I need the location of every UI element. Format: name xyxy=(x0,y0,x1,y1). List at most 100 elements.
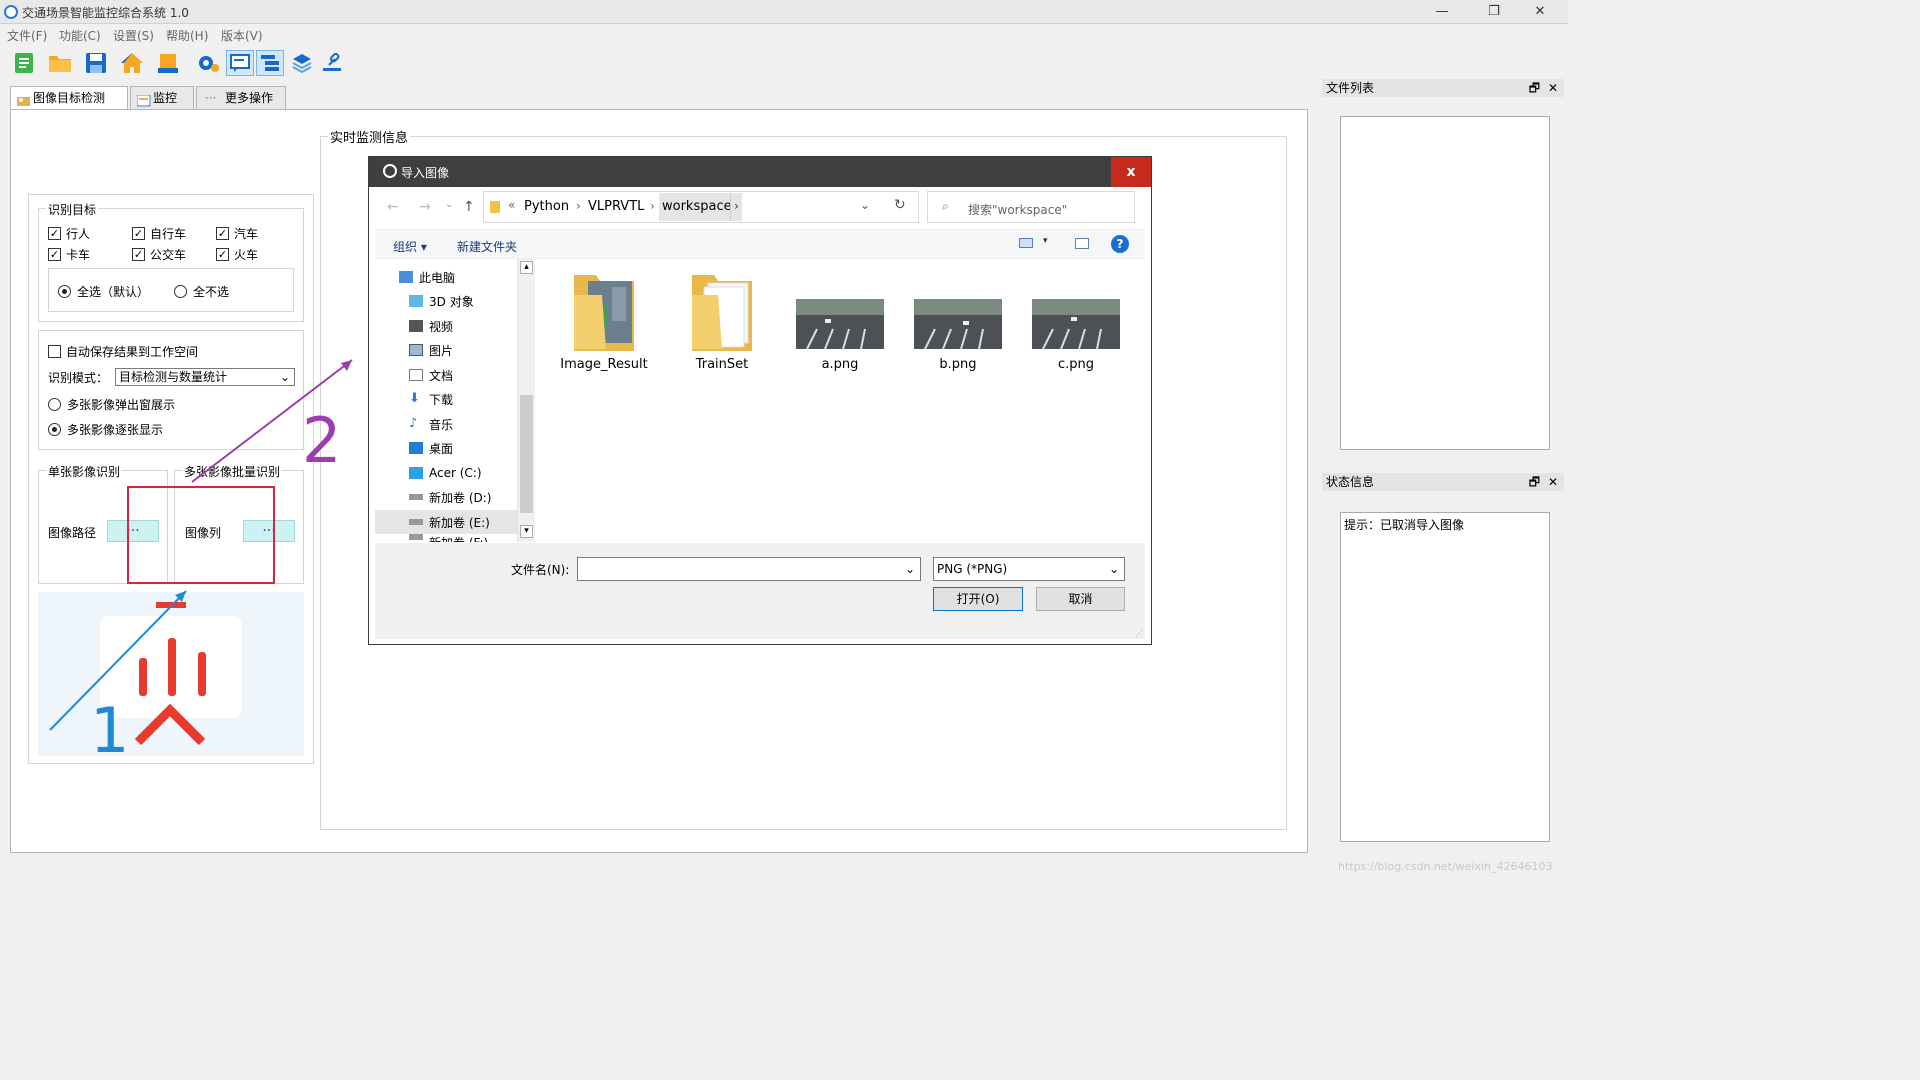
desktop-icon xyxy=(409,442,423,454)
forward-arrow-icon[interactable]: → xyxy=(419,199,431,215)
nav-scrollbar[interactable]: ▴ ▾ xyxy=(517,259,535,542)
nav-drive-e[interactable]: 新加卷 (E:) xyxy=(375,510,517,534)
nav-label: 桌面 xyxy=(429,441,454,456)
preview-pane-icon[interactable] xyxy=(1075,238,1089,249)
nav-label: 文档 xyxy=(429,368,454,383)
view-dropdown-icon[interactable]: ▾ xyxy=(1043,236,1048,246)
back-arrow-icon[interactable]: ← xyxy=(387,199,399,215)
recent-chevron-icon[interactable]: ⌄ xyxy=(445,199,453,210)
nav-videos[interactable]: 视频 xyxy=(375,314,517,338)
status-message: 提示：已取消导入图像 xyxy=(1344,518,1465,532)
file-name: TrainSet xyxy=(695,357,749,372)
view-icon[interactable] xyxy=(1019,238,1033,248)
nav-label: 新加卷 (F:) xyxy=(429,534,488,542)
folder-with-photo-icon xyxy=(574,275,634,351)
music-icon: ♪ xyxy=(409,416,418,431)
image-thumbnail-icon xyxy=(914,299,1002,350)
nav-label: 音乐 xyxy=(429,417,454,432)
nav-label: 视频 xyxy=(429,319,454,334)
nav-pictures[interactable]: 图片 xyxy=(375,338,517,362)
float-icon[interactable]: 🗗 xyxy=(1529,473,1540,491)
filename-label: 文件名(N): xyxy=(511,563,570,577)
nav-drive-d[interactable]: 新加卷 (D:) xyxy=(375,485,517,509)
scroll-down-icon[interactable]: ▾ xyxy=(520,525,533,538)
file-item-c-png[interactable]: c.png xyxy=(1021,265,1131,372)
file-name: Image_Result xyxy=(560,357,648,372)
cancel-button[interactable]: 取消 xyxy=(1036,587,1125,611)
download-icon: ⬇ xyxy=(409,391,420,406)
breadcrumb-workspace[interactable]: workspace xyxy=(659,193,735,221)
nav-drive-c[interactable]: Acer (C:) xyxy=(375,461,517,485)
breadcrumb-vlprvtl[interactable]: VLPRVTL xyxy=(588,199,644,214)
nav-label: 新加卷 (D:) xyxy=(429,490,492,505)
windows-drive-icon xyxy=(409,467,423,479)
status-dock-label: 状态信息 xyxy=(1326,475,1375,489)
watermark-text: https://blog.csdn.net/weixin_42646103 xyxy=(1338,860,1553,873)
search-box[interactable]: ⌕ 搜索"workspace" xyxy=(927,191,1135,223)
file-name: b.png xyxy=(939,357,977,372)
files-dock-title: 文件列表 🗗 ✕ xyxy=(1322,79,1564,97)
annotation-number-1: 1 xyxy=(90,694,130,767)
open-button[interactable]: 打开(O) xyxy=(933,587,1023,611)
nav-music[interactable]: ♪ 音乐 xyxy=(375,412,517,436)
file-name: a.png xyxy=(821,357,859,372)
chevron-down-icon[interactable]: ⌄ xyxy=(1109,558,1119,580)
picture-icon xyxy=(409,344,423,356)
nav-drive-f[interactable]: 新加卷 (F:) xyxy=(375,534,517,542)
filename-input[interactable]: ⌄ xyxy=(577,557,921,581)
nav-label: 3D 对象 xyxy=(429,294,474,309)
breadcrumb-separator-icon: › xyxy=(650,199,655,213)
drive-icon xyxy=(409,494,423,500)
file-item-a-png[interactable]: a.png xyxy=(785,265,895,372)
address-bar[interactable]: « Python › VLPRVTL › workspace › ⌄ ↻ xyxy=(483,191,919,223)
status-panel: 提示：已取消导入图像 xyxy=(1340,512,1550,842)
address-dropdown-icon[interactable]: ⌄ xyxy=(860,198,870,212)
breadcrumb-python[interactable]: Python xyxy=(524,199,569,214)
document-icon xyxy=(409,369,423,381)
navigation-pane: 此电脑 3D 对象 视频 图片 文档 ⬇ 下载 ♪ 音乐 桌面 Acer (C:) … xyxy=(375,259,535,542)
scroll-up-icon[interactable]: ▴ xyxy=(520,261,533,274)
file-item-image-result[interactable]: Image_Result xyxy=(549,265,659,372)
float-icon[interactable]: 🗗 xyxy=(1529,79,1540,97)
folder-icon xyxy=(490,201,500,213)
refresh-icon[interactable]: ↻ xyxy=(894,197,906,213)
breadcrumb-overflow[interactable]: « xyxy=(508,198,515,212)
resize-grip-icon[interactable]: ⋰ xyxy=(1135,629,1143,638)
search-placeholder: 搜索"workspace" xyxy=(968,203,1068,217)
help-icon[interactable]: ? xyxy=(1111,235,1129,253)
file-item-trainset[interactable]: TrainSet xyxy=(667,265,777,372)
search-icon: ⌕ xyxy=(942,199,949,213)
breadcrumb-chevron-icon[interactable]: › xyxy=(730,193,742,221)
nav-this-pc[interactable]: 此电脑 xyxy=(375,265,517,289)
file-item-b-png[interactable]: b.png xyxy=(903,265,1013,372)
up-arrow-icon[interactable]: ↑ xyxy=(463,199,475,215)
nav-label: 图片 xyxy=(429,343,454,358)
chevron-down-icon[interactable]: ⌄ xyxy=(905,558,915,580)
folder-with-documents-icon xyxy=(692,275,752,351)
dialog-title: 导入图像 xyxy=(401,166,450,180)
nav-documents[interactable]: 文档 xyxy=(375,363,517,387)
cube-icon xyxy=(409,295,423,307)
organize-button[interactable]: 组织 ▾ xyxy=(393,238,427,255)
file-pane: Image_Result TrainSet a.png b.png c.png xyxy=(537,259,1145,542)
dialog-footer: 文件名(N): ⌄ PNG (*PNG) ⌄ 打开(O) 取消 ⋰ xyxy=(375,543,1145,639)
file-list-panel[interactable] xyxy=(1340,116,1550,450)
nav-label: 下载 xyxy=(429,392,454,407)
scroll-thumb[interactable] xyxy=(520,395,533,513)
nav-3d-objects[interactable]: 3D 对象 xyxy=(375,289,517,313)
status-dock-title: 状态信息 🗗 ✕ xyxy=(1322,473,1564,491)
close-icon[interactable]: ✕ xyxy=(1548,473,1558,491)
filetype-select[interactable]: PNG (*PNG) ⌄ xyxy=(933,557,1125,581)
new-folder-button[interactable]: 新建文件夹 xyxy=(457,238,517,255)
computer-icon xyxy=(399,271,413,283)
import-image-dialog: 导入图像 x ← → ⌄ ↑ « Python › VLPRVTL › work… xyxy=(368,156,1152,645)
image-thumbnail-icon xyxy=(1032,299,1120,350)
nav-label: 此电脑 xyxy=(419,270,456,285)
drive-icon xyxy=(409,519,423,525)
close-icon[interactable]: ✕ xyxy=(1548,79,1558,97)
dialog-titlebar: 导入图像 x xyxy=(369,157,1151,187)
dialog-close-button[interactable]: x xyxy=(1111,157,1151,187)
dialog-app-icon xyxy=(383,164,397,178)
nav-downloads[interactable]: ⬇ 下载 xyxy=(375,387,517,411)
nav-desktop[interactable]: 桌面 xyxy=(375,436,517,460)
